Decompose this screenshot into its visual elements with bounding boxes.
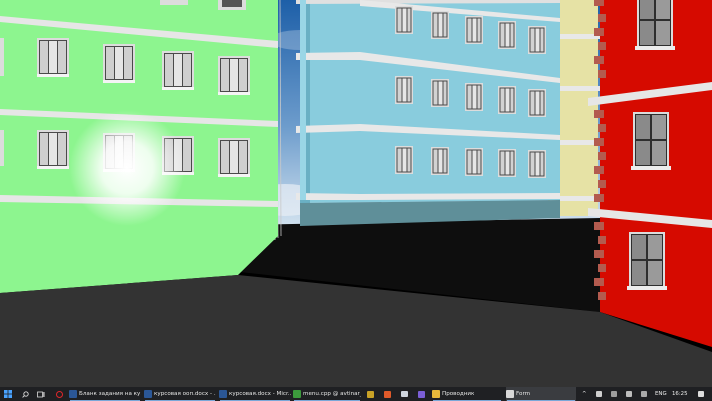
network-icon[interactable] xyxy=(626,391,632,397)
folder-icon xyxy=(432,390,440,398)
taskbar-app-label: курсовая.docx - Micr... xyxy=(229,391,291,397)
tray-chevron-icon[interactable]: ^ xyxy=(582,387,587,401)
word-icon xyxy=(69,390,77,398)
taskbar-pinned-3[interactable] xyxy=(400,387,409,401)
taskbar-app-blank[interactable]: Бланк задания на ку... xyxy=(69,387,141,401)
form-icon xyxy=(506,390,514,398)
start-button[interactable] xyxy=(2,387,14,401)
battery-icon[interactable] xyxy=(596,391,602,397)
taskbar-pinned-2[interactable] xyxy=(383,387,392,401)
clock[interactable]: 16:25 xyxy=(672,387,688,401)
light-glow xyxy=(69,110,185,226)
taskbar: Бланк задания на ку... курсовая ооп.docx… xyxy=(0,387,712,401)
volume-icon[interactable] xyxy=(611,391,617,397)
taskbar-app-menu-cpp[interactable]: menu.cpp @ avtinar_... xyxy=(293,387,361,401)
notifications-icon[interactable] xyxy=(698,391,704,397)
language-indicator[interactable]: ENG xyxy=(655,387,667,401)
word-icon xyxy=(144,390,152,398)
app-icon xyxy=(418,390,425,398)
taskbar-app-label: Бланк задания на ку... xyxy=(79,391,141,397)
3d-scene-view[interactable] xyxy=(0,0,712,387)
taskbar-app-label: Form xyxy=(516,391,531,397)
opera-icon xyxy=(55,390,63,398)
search-icon xyxy=(21,390,29,398)
app-icon xyxy=(367,390,374,398)
task-view-icon xyxy=(37,391,45,397)
editor-icon xyxy=(293,390,301,398)
task-view-button[interactable] xyxy=(36,387,46,401)
app-icon xyxy=(384,390,391,398)
opera-button[interactable] xyxy=(54,387,64,401)
taskbar-app-form[interactable]: Form xyxy=(506,387,576,401)
taskbar-app-label: menu.cpp @ avtinar_... xyxy=(303,391,361,397)
blue-building xyxy=(296,0,560,226)
red-building xyxy=(588,0,712,347)
taskbar-pinned-1[interactable] xyxy=(366,387,375,401)
scene-canvas xyxy=(0,0,712,387)
taskbar-app-label: курсовая ооп.docx - ... xyxy=(154,391,216,397)
taskbar-app-label: Проводник xyxy=(442,391,475,397)
search-button[interactable] xyxy=(20,387,30,401)
taskbar-app-kursovaya-oop[interactable]: курсовая ооп.docx - ... xyxy=(144,387,216,401)
word-icon xyxy=(219,390,227,398)
app-icon xyxy=(401,391,408,397)
taskbar-pinned-4[interactable] xyxy=(417,387,426,401)
taskbar-app-explorer[interactable]: Проводник xyxy=(432,387,502,401)
windows-logo-icon xyxy=(4,390,12,398)
taskbar-app-kursovaya[interactable]: курсовая.docx - Micr... xyxy=(219,387,291,401)
settings-icon[interactable] xyxy=(641,391,647,397)
